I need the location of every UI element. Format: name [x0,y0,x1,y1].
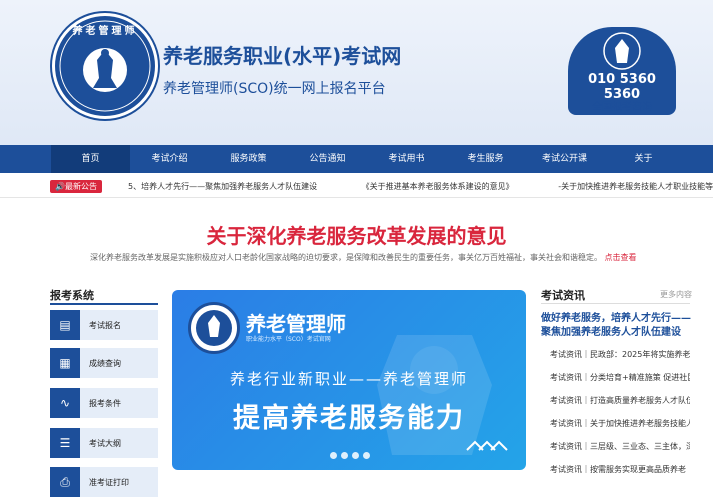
sidebar-item-outline[interactable]: ☰ 考试大纲 [50,428,158,458]
nav-exam-intro[interactable]: 考试介绍 [130,145,209,173]
notice-item[interactable]: 5、培养人才先行——聚焦加强养老服务人才队伍建设 [128,182,317,191]
notice-item[interactable]: -关于加快推进养老服务技能人才职业技能等级认定工作 [558,182,713,191]
sidebar-divider [50,303,158,305]
banner-logo-icon [196,310,232,346]
logo-text: 养老管理师 [72,26,138,37]
register-icon: ▤ [50,310,80,340]
sidebar-item-register[interactable]: ▤ 考试报名 [50,310,158,340]
notice-item[interactable]: 《关于推进基本养老服务体系建设的意见》 [362,182,514,191]
sidebar-item-score[interactable]: ▦ 成绩查询 [50,348,158,378]
news-item[interactable]: 考试资讯｜分类培育+精准施策 促进社区... [550,372,690,383]
news-more-link[interactable]: 更多内容 [660,289,692,300]
banner-brand: 养老管理师 [246,312,346,336]
news-headline[interactable]: 做好养老服务，培养人才先行——聚焦加强养老服务人才队伍建设 [541,312,691,340]
banner-slogan: 提高养老服务能力 [233,403,465,434]
carousel-dots [330,452,370,459]
news-item[interactable]: 考试资讯｜打造高质量养老服务人才队伍 [550,395,690,406]
banner-headline: 养老行业新职业——养老管理师 [229,370,468,388]
nav-candidate-service[interactable]: 考生服务 [446,145,525,173]
news-divider [541,303,690,304]
nav-notice[interactable]: 公告通知 [288,145,367,173]
feature-desc-text: 深化养老服务改革发展是实施积极应对人口老龄化国家战略的迫切要求，是保障和改善民生… [90,253,602,262]
nav-open-class[interactable]: 考试公开课 [525,145,604,173]
banner-subtitle: 职业能力水平（SCO）考试官网 [246,336,331,343]
nav-books[interactable]: 考试用书 [367,145,446,173]
site-logo[interactable]: 养老管理师 [52,13,158,119]
score-icon: ▦ [50,348,80,378]
news-item[interactable]: 考试资讯｜按需服务实现更高品质养老 [550,464,690,475]
carousel-dot[interactable] [352,452,359,459]
main-nav: 首页 考试介绍 服务政策 公告通知 考试用书 考生服务 考试公开课 关于 [0,145,713,173]
carousel-dot[interactable] [330,452,337,459]
carousel-dot[interactable] [363,452,370,459]
sidebar-item-label: 成绩查询 [89,359,121,368]
news-item[interactable]: 考试资讯｜三层级、三业态、三主体，深... [550,441,690,452]
banner-logo [188,302,240,354]
sidebar-item-label: 报考条件 [89,399,121,408]
sidebar-item-print[interactable]: ⎙ 准考证打印 [50,467,158,497]
sidebar-title: 报考系统 [50,289,94,302]
site-subtitle: 养老管理师(SCO)统一网上报名平台 [163,81,386,97]
outline-icon: ☰ [50,428,80,458]
chart-icon: ∿ [50,388,80,418]
hotline-logo-icon [603,32,641,70]
feature-description: 深化养老服务改革发展是实施积极应对人口老龄化国家战略的迫切要求，是保障和改善民生… [90,252,650,263]
sidebar-item-label: 准考证打印 [89,478,129,487]
notice-ticker[interactable]: 5、培养人才先行——聚焦加强养老服务人才队伍建设 《关于推进基本养老服务体系建设… [128,181,713,193]
notice-bar: 🔊最新公告 5、培养人才先行——聚焦加强养老服务人才队伍建设 《关于推进基本养老… [0,175,713,198]
news-item[interactable]: 考试资讯｜民政部：2025年将实施养老... [550,349,690,360]
feature-link[interactable]: 点击查看 [605,253,637,262]
notice-badge: 🔊最新公告 [50,180,102,193]
print-icon: ⎙ [50,467,80,497]
carousel-dot[interactable] [341,452,348,459]
nav-about[interactable]: 关于 [604,145,683,173]
nav-service-policy[interactable]: 服务政策 [209,145,288,173]
site-title: 养老服务职业(水平)考试网 [163,44,402,68]
feature-title[interactable]: 关于深化养老服务改革发展的意见 [0,220,713,249]
news-title: 考试资讯 [541,289,585,302]
speaker-icon: 🔊 [55,182,65,191]
nav-home[interactable]: 首页 [51,145,130,173]
site-header: 养老管理师 养老服务职业(水平)考试网 养老管理师(SCO)统一网上报名平台 0… [0,0,713,145]
hero-banner[interactable]: 养老管理师 职业能力水平（SCO）考试官网 养老行业新职业——养老管理师 提高养… [172,290,526,470]
sidebar-item-label: 考试大纲 [89,439,121,448]
sidebar-item-label: 考试报名 [89,321,121,330]
news-item[interactable]: 考试资讯｜关于加快推进养老服务技能人... [550,418,690,429]
sidebar-item-conditions[interactable]: ∿ 报考条件 [50,388,158,418]
notice-badge-label: 最新公告 [64,182,97,191]
hotline-label: 全国报考咨询 [592,102,652,113]
